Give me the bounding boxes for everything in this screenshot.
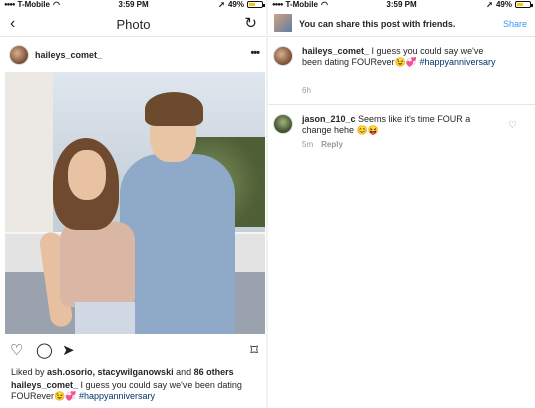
share-button[interactable]: Share xyxy=(503,19,527,29)
photo-man-hair xyxy=(145,92,203,126)
location-icon: ➚ xyxy=(218,0,225,9)
comment-hashtag[interactable]: #happyanniversary xyxy=(420,57,496,67)
page-title: Photo xyxy=(116,17,151,32)
likes-users[interactable]: ash.osorio, stacywilganowski xyxy=(47,367,174,377)
post-thumbnail xyxy=(274,14,292,32)
post-photo[interactable] xyxy=(5,72,265,334)
send-icon[interactable]: ➤ xyxy=(62,343,75,359)
like-comment-icon[interactable]: ♡ xyxy=(508,120,517,131)
comment-icon[interactable]: ◯ xyxy=(36,343,53,359)
reply-button[interactable]: Reply xyxy=(321,140,343,149)
status-right: ➚ 49% xyxy=(218,0,265,9)
caption-emoji: 😉💞 xyxy=(54,391,77,401)
photo-man-shirt xyxy=(120,154,235,334)
share-message: You can share this post with friends. xyxy=(299,19,456,29)
post-header: haileys_comet_ ••• xyxy=(0,40,267,72)
divider xyxy=(268,104,535,105)
avatar[interactable] xyxy=(273,114,293,134)
battery-icon xyxy=(247,1,265,8)
post-caption: haileys_comet_ I guess you could say we'… xyxy=(11,380,261,402)
location-icon: ➚ xyxy=(486,0,493,9)
avatar[interactable] xyxy=(9,45,29,65)
comment-time: 5m xyxy=(302,140,314,149)
nav-bar: ‹ Photo ↻ xyxy=(0,11,267,37)
battery-percent: 49% xyxy=(227,0,244,9)
comment-meta: 6h xyxy=(302,86,311,95)
refresh-icon[interactable]: ↻ xyxy=(244,14,257,32)
comment-username[interactable]: haileys_comet_ xyxy=(302,46,369,56)
comment-emoji: 😉💞 xyxy=(394,57,417,67)
comment-time: 6h xyxy=(302,86,311,95)
status-right: ➚ 49% xyxy=(486,0,533,9)
heart-icon[interactable]: ♡ xyxy=(10,343,23,359)
comment-meta: 5m Reply xyxy=(302,140,343,149)
comment-username[interactable]: jason_210_c xyxy=(302,114,356,124)
comment-text: haileys_comet_ I guess you could say we'… xyxy=(302,46,502,68)
post-username[interactable]: haileys_comet_ xyxy=(35,50,102,60)
battery-icon xyxy=(515,1,533,8)
status-bar: ●●●● T-Mobile ◠ 3:59 PM ➚ 49% xyxy=(0,0,267,10)
likes-prefix: Liked by xyxy=(11,367,48,377)
likes-others[interactable]: 86 others xyxy=(194,367,234,377)
likes-and: and xyxy=(173,367,194,377)
bookmark-icon[interactable]: ⌑ xyxy=(250,343,258,359)
photo-jeans xyxy=(75,302,135,334)
photo-woman-top xyxy=(60,222,135,307)
caption-username[interactable]: haileys_comet_ xyxy=(11,380,78,390)
battery-percent: 49% xyxy=(495,0,512,9)
comment-emoji: 😊😝 xyxy=(356,125,379,135)
share-banner: You can share this post with friends. Sh… xyxy=(268,11,535,37)
more-options-icon[interactable]: ••• xyxy=(250,47,260,59)
photo-woman-face xyxy=(68,150,106,200)
comments-screen: ●●●● T-Mobile ◠ 3:59 PM ➚ 49% You can sh… xyxy=(268,0,535,408)
photo-screen: ●●●● T-Mobile ◠ 3:59 PM ➚ 49% ‹ Photo ↻ … xyxy=(0,0,267,408)
comment-text: jason_210_c Seems like it's time FOUR a … xyxy=(302,114,502,136)
caption-hashtag[interactable]: #happyanniversary xyxy=(79,391,155,401)
avatar[interactable] xyxy=(273,46,293,66)
action-bar: ♡ ◯ ➤ ⌑ xyxy=(0,343,267,361)
likes-line[interactable]: Liked by ash.osorio, stacywilganowski an… xyxy=(11,367,234,377)
status-bar: ●●●● T-Mobile ◠ 3:59 PM ➚ 49% xyxy=(268,0,535,10)
